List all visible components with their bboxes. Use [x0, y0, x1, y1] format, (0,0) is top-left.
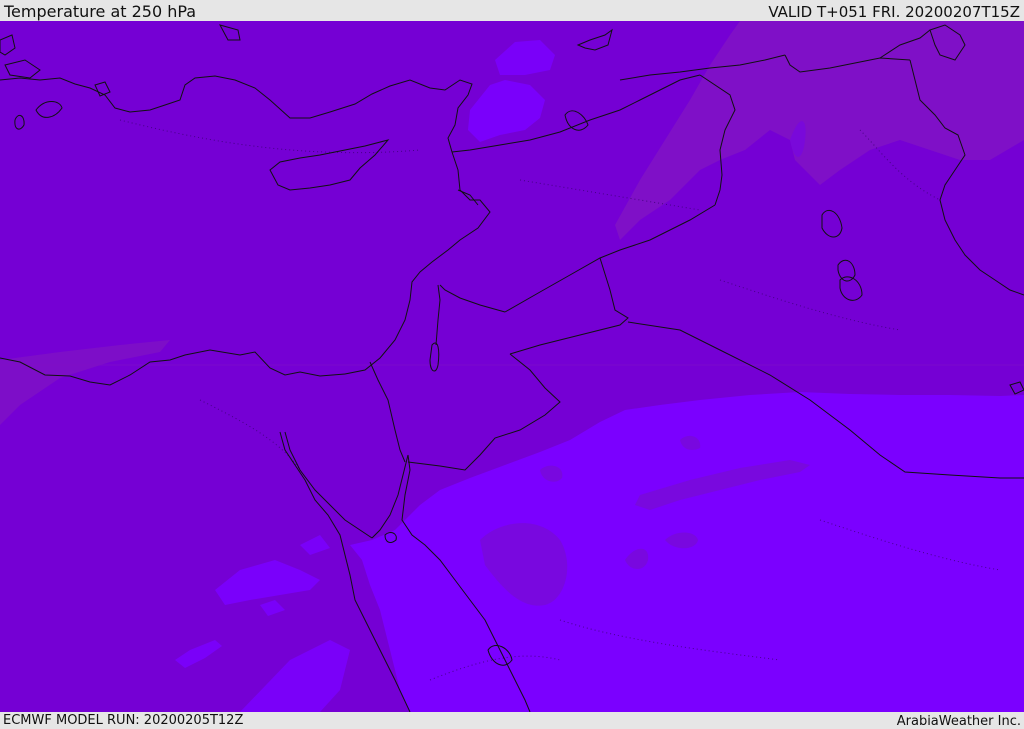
header-bar: Temperature at 250 hPa VALID T+051 FRI. …	[0, 0, 1024, 21]
valid-time: VALID T+051 FRI. 20200207T15Z	[768, 3, 1020, 21]
model-run-label: ECMWF MODEL RUN: 20200205T12Z	[3, 713, 244, 728]
credit-label: ArabiaWeather Inc.	[896, 714, 1021, 729]
map-area	[0, 21, 1024, 712]
map-svg	[0, 21, 1024, 712]
footer-bar: ECMWF MODEL RUN: 20200205T12Z ArabiaWeat…	[0, 712, 1024, 729]
map-title: Temperature at 250 hPa	[4, 2, 197, 21]
weather-map-frame: Temperature at 250 hPa VALID T+051 FRI. …	[0, 0, 1024, 729]
